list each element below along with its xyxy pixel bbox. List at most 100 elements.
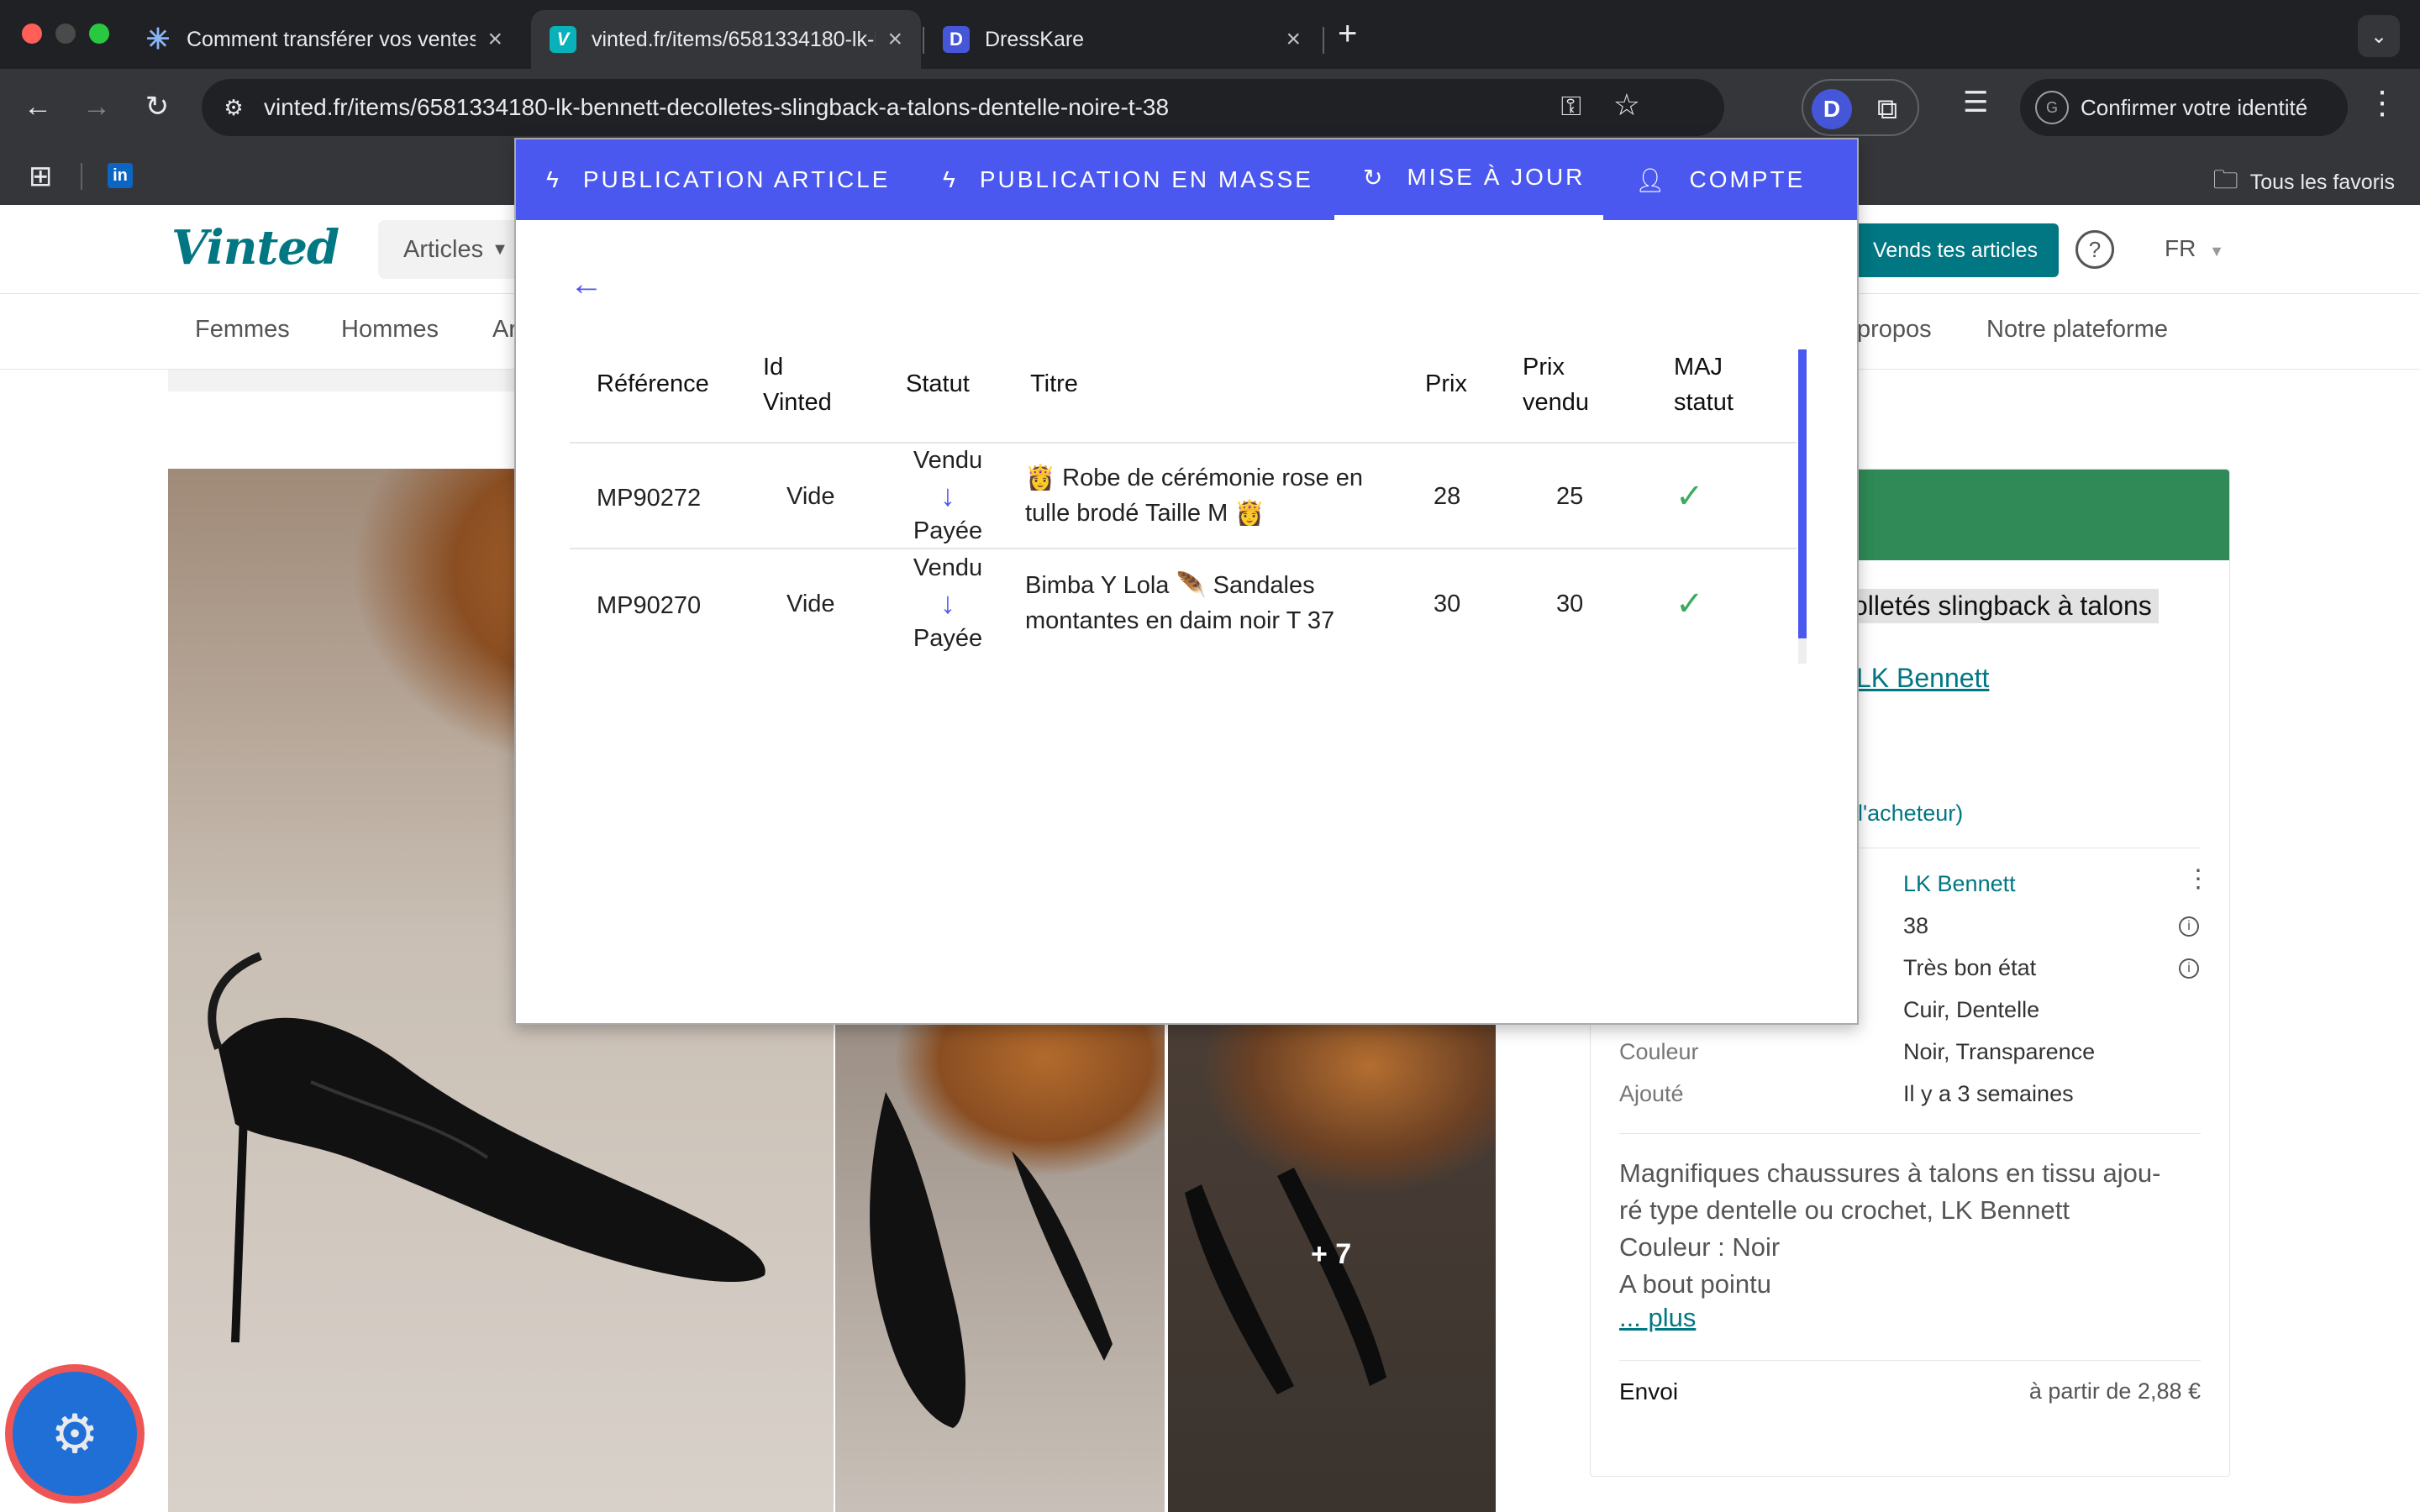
extension-group: D ⧉ — [1802, 79, 1919, 136]
nav-femmes[interactable]: Femmes — [195, 316, 290, 344]
chevron-down-icon: ▼ — [2209, 243, 2224, 260]
cell-prix-vendu: 25 — [1556, 483, 1584, 510]
item-photo-2[interactable] — [835, 1025, 1165, 1512]
all-favorites-button[interactable]: 🗀 Tous les favoris — [2213, 161, 2395, 204]
close-tab-icon[interactable]: × — [487, 25, 502, 54]
bookmark-star-icon[interactable]: ☆ — [1613, 87, 1640, 123]
info-icon[interactable]: i — [2179, 958, 2199, 979]
header-titre: Titre — [1030, 370, 1078, 397]
table-scrollbar-thumb[interactable] — [1798, 349, 1807, 638]
title-line: montantes en daim noir T 37 — [1025, 607, 1335, 634]
description-line: Magnifiques chaussures à talons en tissu… — [1619, 1158, 2161, 1188]
more-photos-count[interactable]: + 7 — [1311, 1238, 1351, 1271]
address-bar[interactable]: ⚙ vinted.fr/items/6581334180-lk-bennett-… — [202, 79, 1724, 136]
divider — [1619, 1360, 2201, 1361]
identity-label: Confirmer votre identité — [2081, 94, 2308, 120]
header-line: statut — [1674, 389, 1733, 416]
window-minimize-button[interactable] — [55, 24, 76, 44]
assistant-floating-button[interactable]: ⚙ — [5, 1364, 145, 1504]
window-close-button[interactable] — [22, 24, 42, 44]
window-zoom-button[interactable] — [89, 24, 109, 44]
dresskare-extension-icon[interactable]: D — [1812, 89, 1852, 129]
nav-articles-truncated[interactable]: Ar — [492, 316, 517, 344]
title-line: Bimba Y Lola 🪶 Sandales — [1025, 572, 1315, 599]
extensions-puzzle-icon[interactable]: ⧉ — [1867, 89, 1907, 129]
tab-title: Comment transférer vos ventes — [187, 27, 476, 51]
buyer-protection-link[interactable]: l'acheteur) — [1858, 801, 1963, 827]
attr-material-value: Cuir, Dentelle — [1903, 997, 2040, 1022]
forward-arrow-icon[interactable]: → — [76, 86, 118, 128]
info-icon[interactable]: i — [2179, 916, 2199, 937]
attr-size-value: 38 — [1903, 913, 1929, 938]
all-favorites-label: Tous les favoris — [2249, 171, 2395, 194]
browser-tab-help-article[interactable]: ✳ Comment transférer vos ventes × — [126, 10, 521, 69]
tab-label: COMPTE — [1689, 166, 1806, 192]
nav-notre-plateforme[interactable]: Notre plateforme — [1986, 316, 2168, 344]
description-more-link[interactable]: ... plus — [1619, 1303, 1696, 1333]
back-arrow-icon[interactable]: ← — [17, 86, 59, 128]
close-tab-icon[interactable]: × — [1286, 25, 1301, 54]
divider — [1619, 1133, 2201, 1134]
language-select[interactable]: FR ▼ — [2165, 235, 2224, 262]
apps-grid-icon[interactable]: ⊞ — [29, 160, 53, 193]
tab-title: vinted.fr/items/6581334180-lk-bennett — [592, 27, 876, 51]
tab-publication-en-masse[interactable]: ϟ PUBLICATION EN MASSE — [943, 139, 1313, 220]
tab-title: DressKare — [985, 27, 1085, 51]
header-line: MAJ — [1674, 354, 1723, 381]
browser-tab-dresskare[interactable]: D DressKare × — [924, 10, 1319, 69]
status-to: Payée — [913, 517, 983, 544]
close-tab-icon[interactable]: × — [887, 25, 902, 54]
shipping-price: à partir de 2,88 € — [2028, 1378, 2201, 1404]
header-line: Id — [763, 354, 784, 381]
reload-icon[interactable]: ↻ — [136, 86, 178, 128]
search-category-label: Articles — [403, 235, 484, 263]
vinted-logo[interactable]: Vinted — [171, 220, 339, 276]
status-to: Payée — [913, 625, 983, 652]
tab-search-chevron-icon[interactable]: ⌄ — [2358, 15, 2400, 57]
header-prix: Prix — [1425, 370, 1467, 397]
back-arrow-icon[interactable]: ← — [570, 265, 603, 303]
description-line: Couleur : Noir — [1619, 1232, 1781, 1262]
help-icon[interactable]: ? — [2075, 230, 2114, 269]
spark-icon: ✳ — [145, 24, 171, 55]
item-brand-link[interactable]: LK Bennett — [1856, 663, 1989, 694]
header-maj-statut: MAJ statut — [1674, 349, 1733, 420]
bookmark-separator — [81, 163, 82, 190]
site-info-icon[interactable]: ⚙ — [217, 91, 250, 124]
arrow-down-icon: ↓ — [940, 585, 955, 620]
folder-icon: 🗀 — [2212, 166, 2238, 194]
attr-color-label: Couleur — [1619, 1039, 1699, 1064]
title-line: 👸 Robe de cérémonie rose en — [1025, 465, 1364, 491]
header-id-vinted: Id Vinted — [763, 349, 832, 420]
header-prix-vendu: Prix vendu — [1523, 349, 1589, 420]
search-category-select[interactable]: Articles ▼ — [378, 220, 529, 279]
cell-title: 👸 Robe de cérémonie rose en tulle brodé … — [1025, 460, 1363, 531]
nav-hommes[interactable]: Hommes — [341, 316, 439, 344]
attr-condition-value: Très bon état — [1903, 955, 2037, 980]
attr-color-value: Noir, Transparence — [1903, 1039, 2096, 1064]
cell-id-vinted: Vide — [786, 591, 835, 617]
attr-brand-value[interactable]: LK Bennett — [1903, 871, 2016, 897]
header-statut: Statut — [906, 370, 970, 397]
tab-compte[interactable]: 👤︎ COMPTE — [1635, 139, 1805, 220]
google-account-icon: G — [2035, 91, 2069, 124]
password-key-icon[interactable]: ⚿ — [1561, 91, 1581, 123]
browser-menu-icon[interactable]: ⋮ — [2366, 84, 2398, 122]
check-icon: ✓ — [1676, 585, 1704, 622]
attr-added-value: Il y a 3 semaines — [1903, 1081, 2074, 1106]
url-text[interactable]: vinted.fr/items/6581334180-lk-bennett-de… — [264, 94, 1169, 121]
tab-publication-article[interactable]: ϟ PUBLICATION ARTICLE — [546, 139, 890, 220]
sell-items-button[interactable]: Vends tes articles — [1852, 223, 2059, 277]
attr-added-label: Ajouté — [1619, 1081, 1684, 1106]
tab-mise-a-jour[interactable]: ↻ MISE À JOUR — [1334, 139, 1603, 220]
identity-button[interactable]: G Confirmer votre identité — [2020, 79, 2348, 136]
table-scrollbar-track[interactable] — [1798, 638, 1807, 664]
linkedin-bookmark-icon[interactable]: in — [108, 163, 133, 188]
shipping-label: Envoi — [1619, 1378, 1679, 1404]
header-line: Vinted — [763, 389, 832, 416]
browser-tab-vinted-item[interactable]: V vinted.fr/items/6581334180-lk-bennett … — [531, 10, 921, 69]
more-options-icon[interactable]: ⋮ — [2186, 864, 2211, 894]
media-controls-icon[interactable]: ☰ — [1963, 86, 1988, 119]
nav-a-propos[interactable]: propos — [1857, 316, 1932, 344]
new-tab-button[interactable]: + — [1338, 15, 1357, 53]
